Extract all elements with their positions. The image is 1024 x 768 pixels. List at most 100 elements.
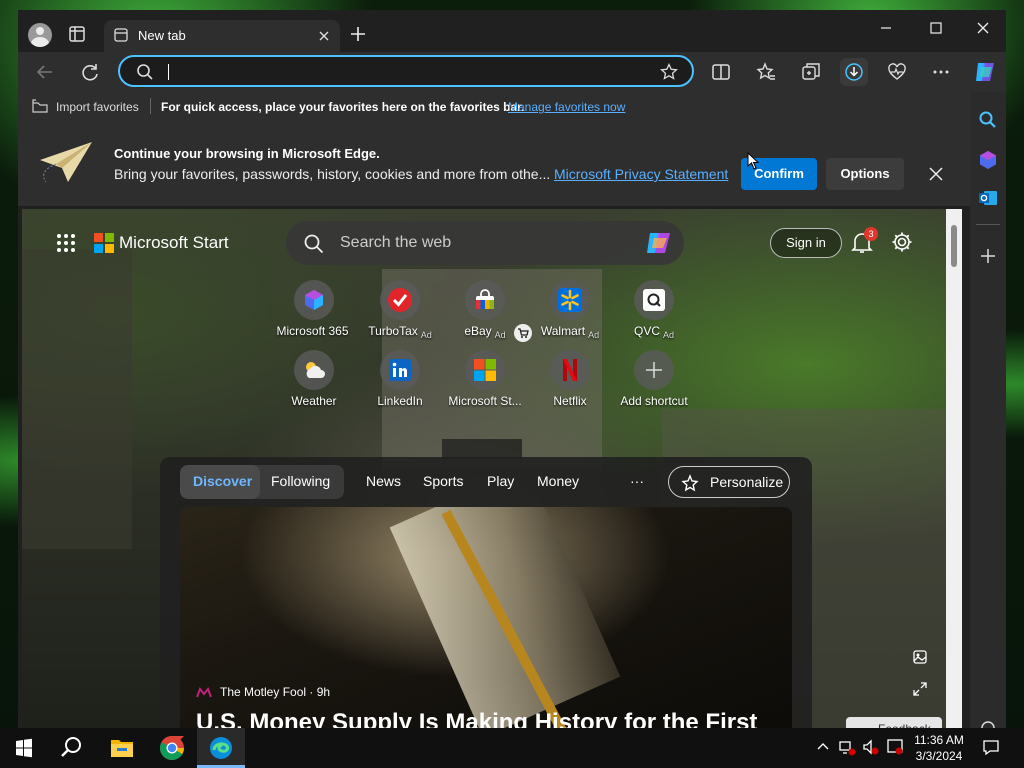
settings-gear-icon[interactable] (891, 231, 913, 253)
feed-tab-discover[interactable]: Discover (193, 473, 252, 489)
taskbar-search-icon[interactable] (48, 728, 96, 768)
shortcut-linkedin[interactable]: LinkedIn (355, 350, 445, 411)
refresh-icon[interactable] (79, 61, 101, 83)
feedback-button[interactable]: Feedback (846, 717, 942, 728)
shortcut-turbotax[interactable]: TurboTax Ad (355, 280, 445, 341)
shortcut-label: Weather (291, 394, 337, 408)
ebay-bag-icon (465, 280, 505, 320)
tab-new-tab[interactable]: New tab (104, 20, 340, 52)
new-tab-page-icon (114, 28, 128, 42)
microsoft-start-brand[interactable]: Microsoft Start (119, 233, 229, 252)
web-search-box[interactable]: Search the web (286, 221, 684, 265)
turbotax-icon (380, 280, 420, 320)
file-explorer-icon[interactable] (98, 728, 146, 768)
microsoft-logo-icon (94, 233, 114, 253)
browser-essentials-icon[interactable] (886, 61, 908, 83)
shortcut-add[interactable]: Add shortcut (609, 350, 699, 411)
close-window-icon[interactable] (973, 18, 993, 38)
shortcut-microsoft-365[interactable]: Microsoft 365 (269, 280, 359, 341)
security-alert-icon[interactable] (886, 738, 904, 756)
walmart-spark-icon (550, 280, 590, 320)
personalize-star-icon (681, 474, 699, 492)
feed-tab-following[interactable]: Following (271, 473, 330, 489)
shortcut-label: QVC (633, 324, 660, 338)
tab-actions-icon[interactable] (68, 25, 86, 43)
shortcut-netflix[interactable]: Netflix (525, 350, 615, 411)
address-bar[interactable] (118, 55, 694, 87)
profile-avatar[interactable] (28, 23, 52, 47)
feed-tab-money[interactable]: Money (537, 473, 579, 489)
shortcut-weather[interactable]: Weather (269, 350, 359, 411)
shortcut-ebay[interactable]: eBay Ad (440, 280, 532, 342)
taskbar-date[interactable]: 3/3/2024 (904, 748, 974, 764)
import-data-infobar: Continue your browsing in Microsoft Edge… (18, 120, 970, 206)
downloads-button[interactable] (840, 58, 868, 86)
copilot-search-icon[interactable] (644, 229, 674, 257)
collections-icon[interactable] (800, 61, 822, 83)
edge-icon (210, 737, 232, 759)
sidebar-settings-icon[interactable] (978, 718, 998, 728)
windows-taskbar: 11:36 AM 3/3/2024 (0, 728, 1024, 768)
shortcut-label: Walmart (540, 324, 586, 338)
sidebar-divider (976, 224, 1000, 225)
scrollbar-thumb[interactable] (951, 225, 957, 267)
manage-favorites-link[interactable]: Manage favorites now (508, 100, 625, 114)
sidebar-add-icon[interactable] (978, 246, 998, 266)
feed-more-button[interactable]: ··· (630, 473, 644, 489)
microsoft-365-icon (294, 280, 334, 320)
import-favorites-link[interactable]: Import favorites (56, 100, 139, 114)
motley-fool-logo-icon (196, 687, 212, 698)
import-favorites-icon (32, 99, 48, 113)
web-search-placeholder: Search the web (340, 234, 452, 251)
chrome-icon[interactable] (148, 728, 196, 768)
feed-tab-news[interactable]: News (366, 473, 401, 489)
navigation-bar (18, 52, 1006, 92)
sidebar-search-icon[interactable] (978, 110, 998, 130)
new-tab-page: Microsoft Start Search the web Sign in 3… (22, 209, 946, 728)
address-input[interactable] (164, 62, 634, 80)
paper-plane-icon (40, 142, 92, 183)
notification-center-icon[interactable] (982, 738, 1000, 756)
split-screen-icon[interactable] (710, 61, 732, 83)
more-options-icon[interactable] (930, 61, 952, 83)
expand-icon[interactable] (912, 681, 928, 697)
article-headline[interactable]: U.S. Money Supply Is Making History for … (196, 709, 757, 728)
feed-tab-sports[interactable]: Sports (423, 473, 463, 489)
page-scrollbar[interactable] (946, 209, 962, 728)
shortcut-walmart[interactable]: Walmart Ad (525, 280, 615, 341)
hero-article-card[interactable]: The Motley Fool · 9h U.S. Money Supply I… (180, 507, 792, 728)
volume-muted-icon[interactable] (862, 738, 880, 756)
sign-in-button[interactable]: Sign in (770, 228, 842, 258)
windows-start-icon[interactable] (0, 728, 48, 768)
microsoft-store-icon (465, 350, 505, 390)
back-arrow-icon[interactable] (34, 61, 56, 83)
app-launcher-icon[interactable] (56, 233, 76, 253)
download-icon (845, 63, 863, 81)
sidebar-copilot-m365-icon[interactable] (978, 150, 998, 170)
show-hidden-icons-icon[interactable] (814, 738, 832, 756)
shortcut-microsoft-store[interactable]: Microsoft St... (440, 350, 530, 411)
minimize-icon[interactable] (876, 18, 896, 38)
taskbar-edge-active[interactable] (197, 728, 245, 768)
notification-count-badge: 3 (864, 227, 878, 241)
options-button[interactable]: Options (826, 158, 904, 190)
maximize-icon[interactable] (926, 18, 946, 38)
news-feed-panel: Discover Following News Sports Play Mone… (160, 457, 812, 728)
favorites-icon[interactable] (755, 61, 777, 83)
favorites-divider (150, 98, 151, 114)
privacy-statement-link[interactable]: Microsoft Privacy Statement (554, 166, 728, 182)
new-tab-plus-icon[interactable] (348, 24, 368, 44)
close-infobar-icon[interactable] (928, 166, 944, 182)
favorite-star-icon[interactable] (660, 63, 678, 81)
feed-tab-play[interactable]: Play (487, 473, 514, 489)
sidebar-outlook-icon[interactable] (978, 188, 998, 208)
personalize-button[interactable]: Personalize (668, 466, 790, 498)
copilot-icon[interactable] (972, 59, 998, 85)
network-icon[interactable] (838, 738, 856, 756)
shortcut-qvc[interactable]: QVC Ad (609, 280, 699, 341)
background-image-info-icon[interactable] (912, 649, 928, 665)
close-tab-icon[interactable] (316, 28, 332, 44)
taskbar-time[interactable]: 11:36 AM (904, 732, 974, 748)
weather-icon (294, 350, 334, 390)
add-plus-icon (634, 350, 674, 390)
